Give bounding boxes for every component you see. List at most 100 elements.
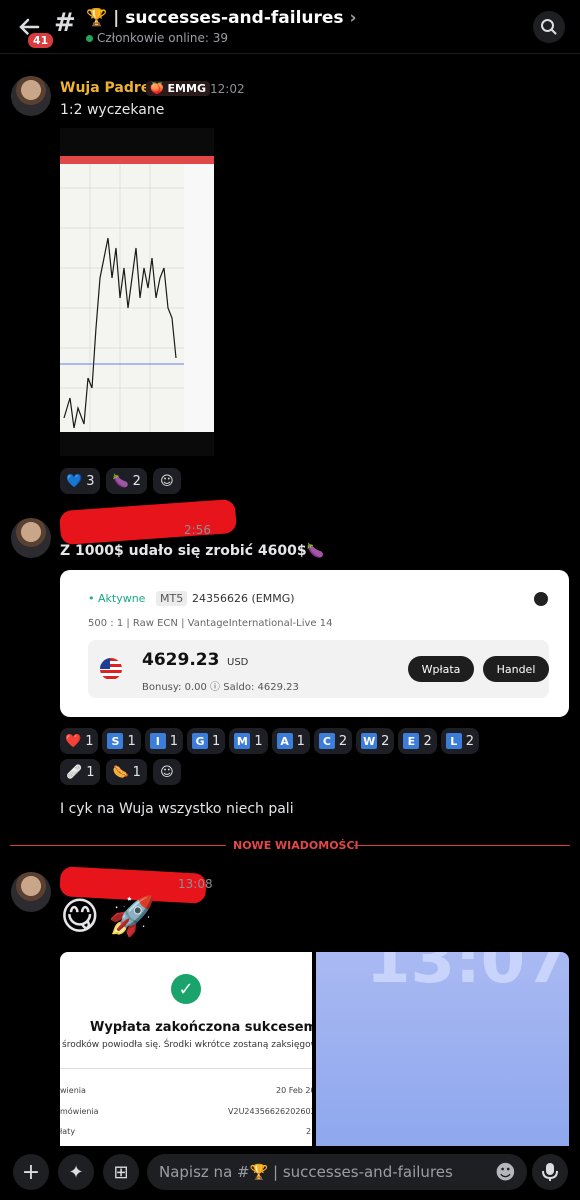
success-subtitle: środków powiodła się. Środki wkrótce zos… — [62, 1040, 312, 1050]
reaction-hotdog[interactable]: 🌭 1 — [106, 759, 147, 785]
online-dot-icon — [86, 35, 93, 42]
search-button[interactable] — [533, 11, 565, 43]
reaction-count: 1 — [127, 733, 136, 749]
detail-value: 2 — [306, 1127, 312, 1136]
reaction-count: 2 — [423, 733, 432, 749]
username[interactable]: Wuja Padre — [60, 80, 150, 96]
reaction-bandage[interactable]: 🩹 1 — [60, 759, 101, 785]
role-emoji: 🍑 — [150, 82, 164, 95]
reaction-count: 1 — [169, 733, 179, 749]
divider — [60, 1068, 312, 1069]
deposit-button[interactable]: Wpłata — [408, 656, 474, 682]
avatar[interactable] — [11, 76, 51, 116]
role-tag: 🍑 EMMG — [146, 81, 210, 96]
new-messages-divider: NOWE WIADOMOŚCI — [233, 839, 359, 852]
detail-value: 20 Feb 20 — [276, 1086, 312, 1095]
reaction-eggplant[interactable]: 🍆 2 — [106, 468, 147, 494]
account-embed-card[interactable]: • Aktywne MT5 24356626 (EMMG) 500 : 1 | … — [60, 570, 569, 717]
letter-l-icon: L — [445, 733, 462, 749]
voice-message-button[interactable] — [532, 1154, 568, 1190]
avatar[interactable] — [11, 872, 51, 912]
reaction-letter-s[interactable]: S1 — [102, 728, 141, 754]
candlestick-graphic — [60, 164, 214, 432]
chevron-right-icon: › — [349, 8, 357, 28]
gift-button[interactable]: ⊞ — [103, 1154, 139, 1190]
balance-currency: USD — [227, 657, 249, 668]
reaction-count: 1 — [212, 733, 221, 749]
reaction-emoji: 🍆 — [112, 473, 129, 489]
reaction-letter-e[interactable]: E2 — [398, 728, 437, 754]
reaction-count: 1 — [296, 733, 305, 749]
status-badge: • Aktywne — [88, 592, 146, 605]
detail-value: V2U243566262026022 — [228, 1107, 312, 1116]
channel-title[interactable]: 🏆 | successes-and-failures › — [86, 8, 356, 28]
bonus-balance: Bonusy: 0.00 ⓘ Saldo: 4629.23 — [142, 682, 299, 693]
chart-screenshot-image[interactable] — [60, 128, 214, 456]
gift-icon: ⊞ — [113, 1161, 129, 1183]
reaction-letter-c[interactable]: C2 — [313, 728, 353, 754]
composer-bar: + ✦ ⊞ Napisz na #🏆 | successes-and-failu… — [0, 1146, 580, 1200]
success-title: Wypłata zakończona sukcesem — [90, 1020, 312, 1035]
avatar[interactable] — [11, 518, 51, 558]
add-reaction-button[interactable]: ☺ — [152, 759, 181, 785]
online-members: Członkowie online: 39 — [86, 31, 228, 45]
message-input[interactable]: Napisz na #🏆 | successes-and-failures ☻ — [147, 1154, 527, 1190]
apps-icon: ✦ — [68, 1161, 84, 1183]
reaction-letter-i[interactable]: I1 — [144, 728, 184, 754]
apps-button[interactable]: ✦ — [58, 1154, 94, 1190]
add-reaction-button[interactable]: ☺ — [152, 468, 181, 494]
reaction-count: 2 — [338, 733, 348, 749]
new-messages-line-right — [354, 845, 570, 846]
reaction-count: 1 — [254, 733, 263, 749]
rocket-emoji: 🚀 — [108, 894, 156, 938]
reaction-row: 🩹 1 🌭 1 ☺ — [60, 759, 181, 785]
account-card-inner: • Aktywne MT5 24356626 (EMMG) 500 : 1 | … — [78, 582, 552, 704]
message-text: 1:2 wyczekane — [60, 102, 165, 118]
message-text: Z 1000$ udało się zrobić 4600$🍆 — [60, 543, 325, 559]
platform-badge: MT5 — [156, 591, 188, 606]
balance-amount: 4629.23 — [142, 650, 220, 670]
reaction-emoji: ❤️ — [65, 733, 82, 749]
letter-m-icon: M — [234, 733, 251, 749]
channel-hash-icon: # — [54, 8, 76, 38]
reaction-count: 1 — [132, 764, 141, 780]
timestamp: 2:56 — [184, 523, 211, 537]
yum-emoji: 😋 — [60, 894, 100, 938]
lockscreen-screenshot-image[interactable]: 13:07 — [316, 952, 569, 1148]
reaction-letter-w[interactable]: W2 — [356, 728, 395, 754]
us-flag-icon — [100, 658, 122, 680]
letter-e-icon: E — [403, 733, 420, 749]
check-circle-icon: ✓ — [171, 974, 201, 1004]
plus-icon: + — [21, 1159, 41, 1185]
add-attachment-button[interactable]: + — [13, 1154, 49, 1190]
withdrawal-screenshot-image[interactable]: ✓ Wypłata zakończona sukcesem środków po… — [60, 952, 312, 1148]
reaction-count: 3 — [86, 473, 95, 489]
smile-icon: ☺ — [160, 473, 174, 489]
reaction-letter-g[interactable]: G1 — [187, 728, 226, 754]
reaction-blue-heart[interactable]: 💙 3 — [60, 468, 101, 494]
reaction-letter-m[interactable]: M1 — [229, 728, 268, 754]
reaction-row: 💙 3 🍆 2 ☺ — [60, 468, 181, 494]
letter-g-icon: G — [192, 733, 209, 749]
reaction-letter-l[interactable]: L2 — [440, 728, 479, 754]
message-input-placeholder: Napisz na #🏆 | successes-and-failures — [159, 1163, 453, 1181]
timestamp: 12:02 — [210, 82, 245, 96]
new-messages-line-left — [10, 845, 226, 846]
reaction-emoji: 💙 — [66, 473, 83, 489]
emoji-picker-icon[interactable]: ☻ — [495, 1160, 516, 1184]
balance-box: 4629.23 USD Bonusy: 0.00 ⓘ Saldo: 4629.2… — [88, 640, 549, 698]
channel-name: successes-and-failures — [125, 8, 344, 28]
reaction-row: ❤️ 1 S1 I1 G1 M1 A1 C2 W2 E2 L2 — [60, 728, 479, 754]
microphone-icon — [542, 1163, 558, 1181]
reaction-letter-a[interactable]: A1 — [271, 728, 310, 754]
letter-i-icon: I — [149, 733, 166, 749]
message-text: I cyk na Wuja wszystko niech pali — [60, 801, 294, 817]
reaction-heart[interactable]: ❤️ 1 — [60, 728, 99, 754]
title-separator: | — [113, 8, 120, 28]
search-icon — [541, 19, 557, 35]
trade-button[interactable]: Handel — [483, 656, 549, 682]
reaction-count: 1 — [85, 733, 94, 749]
reaction-count: 2 — [132, 473, 141, 489]
reaction-count: 2 — [465, 733, 474, 749]
letter-s-icon: S — [107, 733, 124, 749]
